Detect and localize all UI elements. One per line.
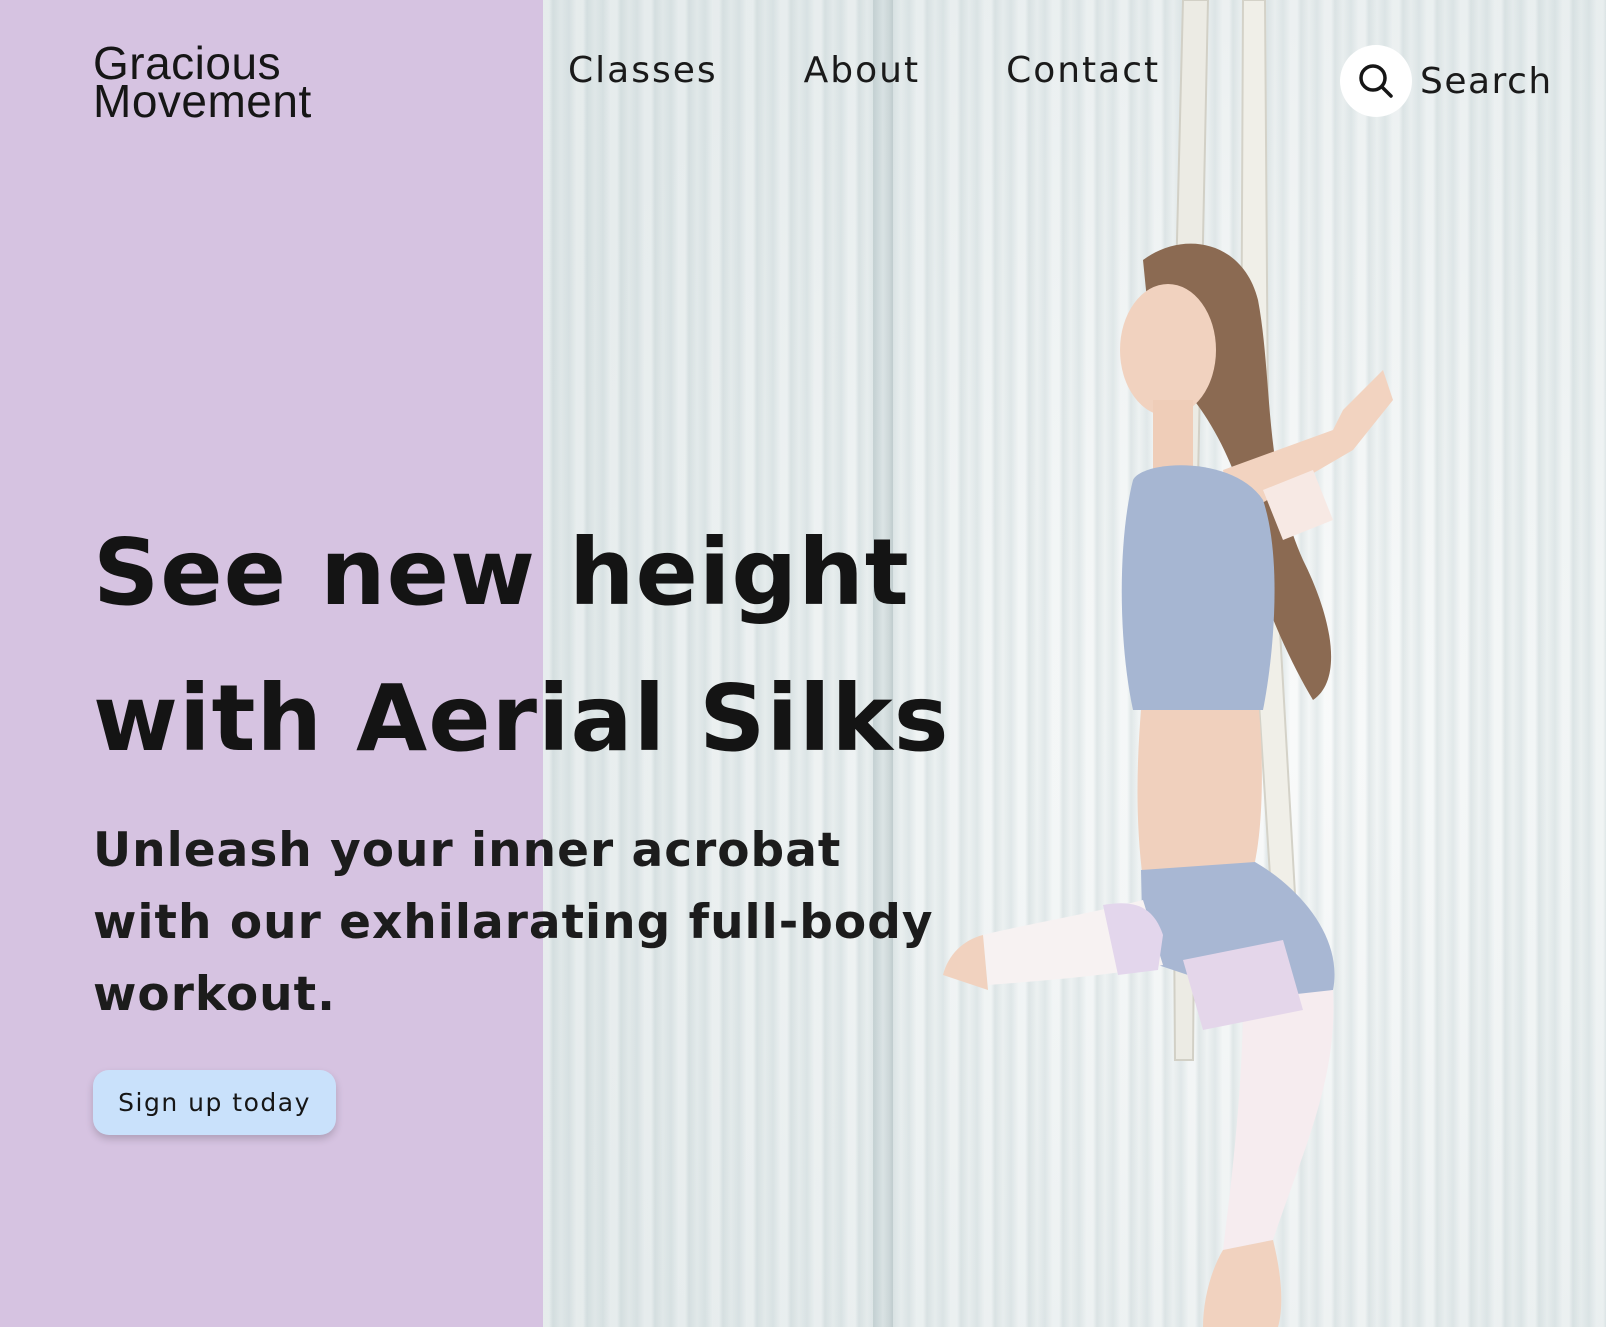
landing-page: Gracious Movement Classes About Contact …: [0, 0, 1606, 1327]
brand-line-2: Movement: [93, 75, 312, 127]
search-label: Search: [1420, 60, 1553, 102]
sign-up-button[interactable]: Sign up today: [93, 1070, 336, 1135]
brand-logo[interactable]: Gracious Movement: [93, 40, 312, 127]
search-icon-circle[interactable]: [1340, 45, 1412, 117]
nav-link-contact[interactable]: Contact: [1006, 50, 1160, 91]
headline-line-2: with Aerial Silks: [93, 665, 950, 772]
headline-line-1: See new height: [93, 519, 910, 626]
hero-headline: See new height with Aerial Silks: [93, 500, 993, 792]
search-button[interactable]: Search: [1340, 45, 1553, 117]
search-icon: [1359, 64, 1393, 98]
hero-subhead: Unleash your inner acrobat with our exhi…: [93, 823, 934, 1022]
main-nav: Classes About Contact: [568, 50, 1246, 91]
nav-link-about[interactable]: About: [804, 50, 920, 91]
nav-link-classes[interactable]: Classes: [568, 50, 718, 91]
